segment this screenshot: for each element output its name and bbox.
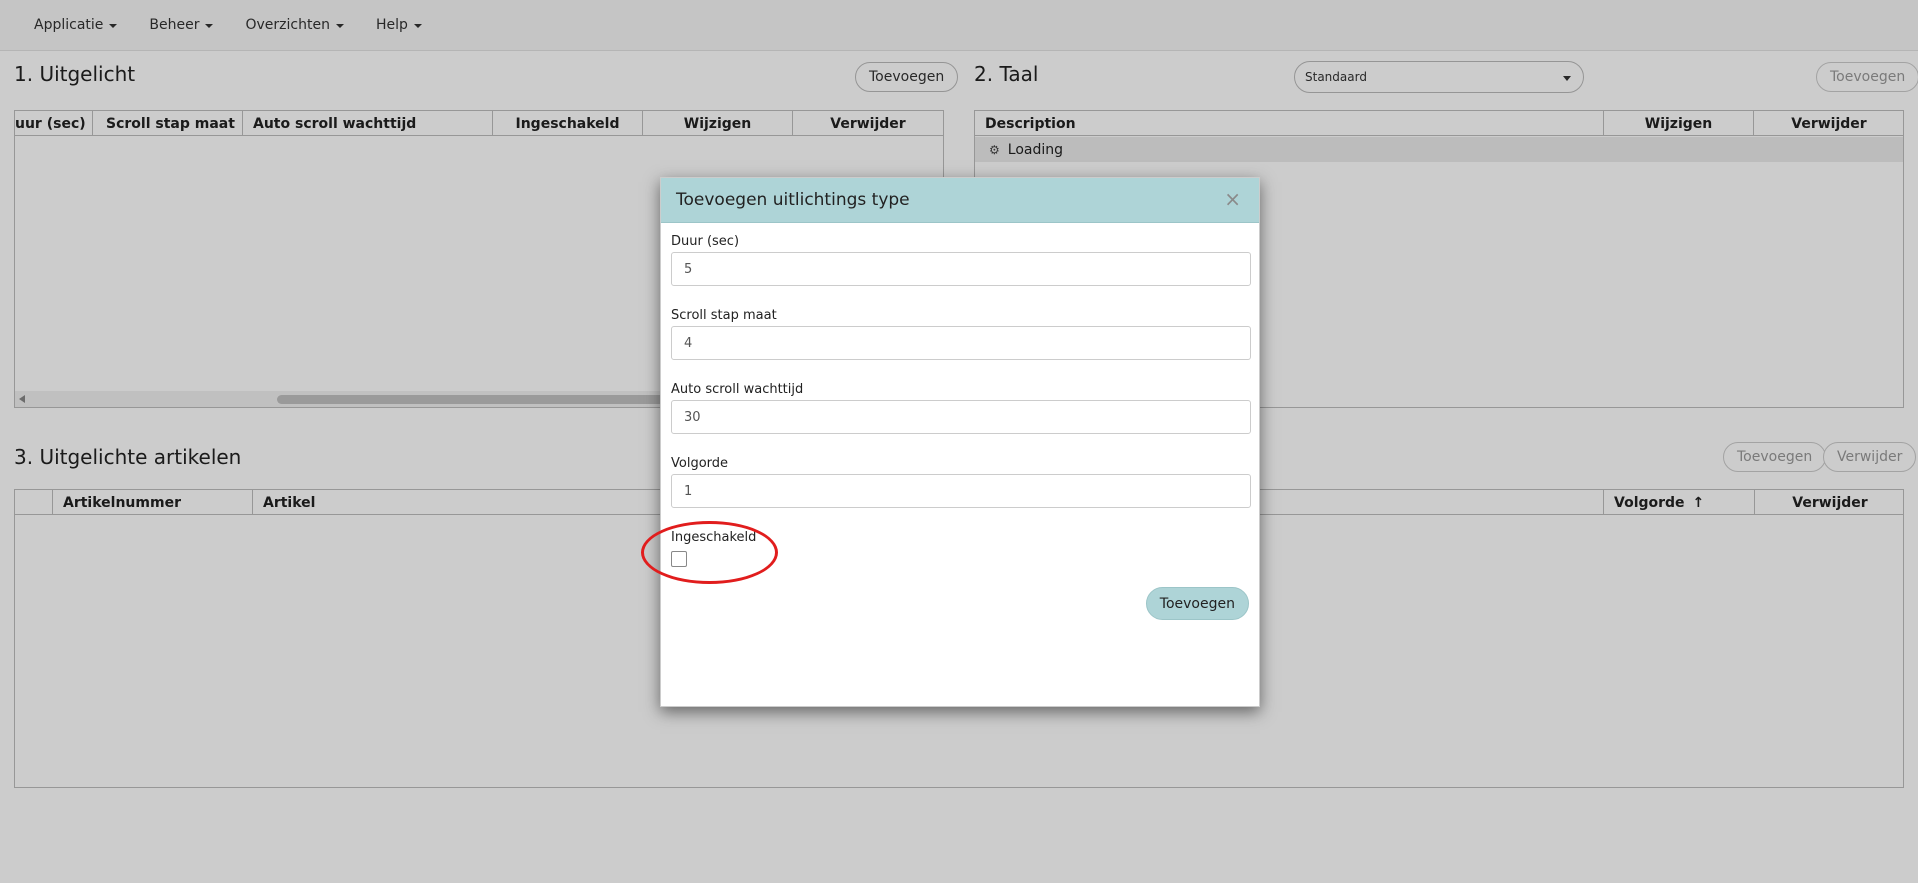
volgorde-label: Volgorde: [671, 456, 729, 471]
scroll-step-label: Scroll stap maat: [671, 308, 777, 323]
highlight-annotation-circle: [641, 521, 778, 584]
modal-header: Toevoegen uitlichtings type ×: [661, 178, 1259, 223]
close-icon[interactable]: ×: [1224, 187, 1241, 211]
add-highlight-type-modal: Toevoegen uitlichtings type × Duur (sec)…: [660, 177, 1260, 707]
submit-add-button[interactable]: Toevoegen: [1145, 587, 1249, 620]
volgorde-value: 1: [684, 483, 693, 499]
auto-scroll-wait-label: Auto scroll wachttijd: [671, 382, 804, 397]
auto-scroll-wait-input[interactable]: 30: [671, 400, 1251, 434]
duur-value: 5: [684, 261, 693, 277]
auto-scroll-wait-value: 30: [684, 409, 701, 425]
duur-label: Duur (sec): [671, 234, 740, 249]
duur-input[interactable]: 5: [671, 252, 1251, 286]
volgorde-input[interactable]: 1: [671, 474, 1251, 508]
scroll-step-value: 4: [684, 335, 693, 351]
modal-title: Toevoegen uitlichtings type: [676, 190, 910, 210]
scroll-step-input[interactable]: 4: [671, 326, 1251, 360]
